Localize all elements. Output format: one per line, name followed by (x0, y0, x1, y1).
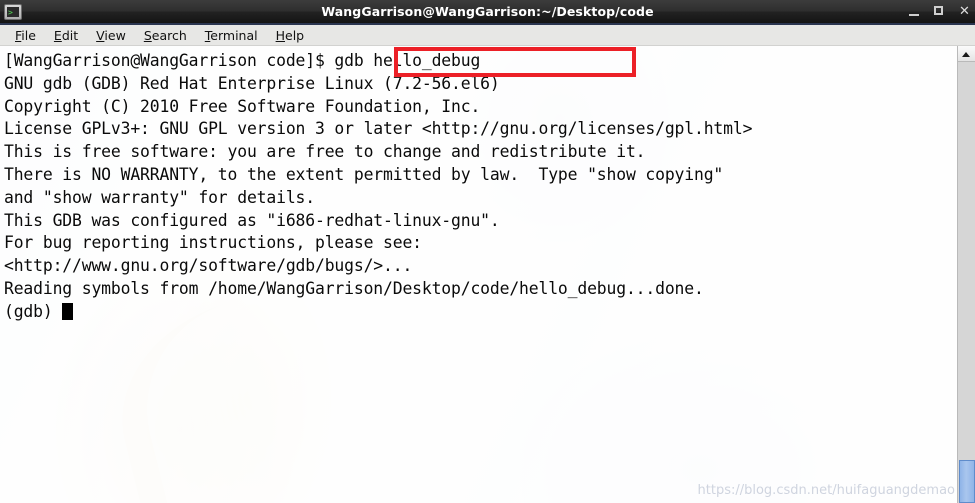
terminal-line: and "show warranty" for details. (4, 187, 315, 207)
terminal-prompt-line: (gdb) (4, 301, 957, 324)
text-cursor (62, 302, 74, 320)
terminal-icon (4, 3, 22, 20)
menu-item-help[interactable]: Help (267, 28, 314, 43)
window-titlebar[interactable]: WangGarrison@WangGarrison:~/Desktop/code… (0, 0, 975, 25)
terminal-line: This GDB was configured as "i686-redhat-… (4, 210, 500, 230)
terminal-output-area[interactable]: [WangGarrison@WangGarrison code]$ gdb he… (0, 46, 957, 503)
terminal-line: For bug reporting instructions, please s… (4, 233, 422, 253)
menu-label-rest: erminal (210, 27, 258, 43)
gdb-prompt: (gdb) (4, 301, 63, 321)
menu-mnemonic: E (53, 27, 62, 43)
terminal-text-block: [WangGarrison@WangGarrison code]$ gdb he… (0, 46, 957, 324)
terminal-line: Reading symbols from /home/WangGarrison/… (4, 278, 704, 298)
menu-label-rest: earch (151, 27, 187, 43)
terminal-window: WangGarrison@WangGarrison:~/Desktop/code… (0, 0, 975, 503)
terminal-line: There is NO WARRANTY, to the extent perm… (4, 164, 724, 184)
terminal-line: Copyright (C) 2010 Free Software Foundat… (4, 96, 481, 116)
menu-label-rest: elp (285, 27, 305, 43)
menu-item-terminal[interactable]: Terminal (196, 28, 267, 43)
menu-label-rest: dit (61, 27, 79, 43)
menu-item-edit[interactable]: Edit (45, 28, 87, 43)
menubar: File Edit View Search Terminal Help (0, 25, 975, 46)
menu-item-file[interactable]: File (6, 28, 45, 43)
scrollbar-thumb[interactable] (959, 460, 975, 503)
menu-item-search[interactable]: Search (135, 28, 196, 43)
terminal-line: License GPLv3+: GNU GPL version 3 or lat… (4, 119, 753, 139)
terminal-line: [WangGarrison@WangGarrison code]$ gdb he… (4, 51, 481, 70)
menu-mnemonic: H (275, 27, 286, 43)
menu-label-rest: iew (104, 27, 126, 43)
menu-item-view[interactable]: View (87, 28, 135, 43)
minimize-button[interactable] (908, 5, 921, 18)
menu-label-rest: ile (21, 27, 36, 43)
close-button[interactable]: ✕ (958, 5, 971, 18)
maximize-button[interactable] (933, 5, 946, 18)
scroll-up-arrow-icon[interactable] (958, 46, 975, 62)
menu-mnemonic: S (143, 27, 152, 43)
terminal-line: GNU gdb (GDB) Red Hat Enterprise Linux (… (4, 73, 500, 93)
terminal-line: <http://www.gnu.org/software/gdb/bugs/>.… (4, 256, 413, 276)
terminal-line: This is free software: you are free to c… (4, 142, 646, 162)
window-controls: ✕ (908, 0, 971, 23)
window-title: WangGarrison@WangGarrison:~/Desktop/code (321, 4, 654, 19)
vertical-scrollbar[interactable] (957, 46, 975, 503)
